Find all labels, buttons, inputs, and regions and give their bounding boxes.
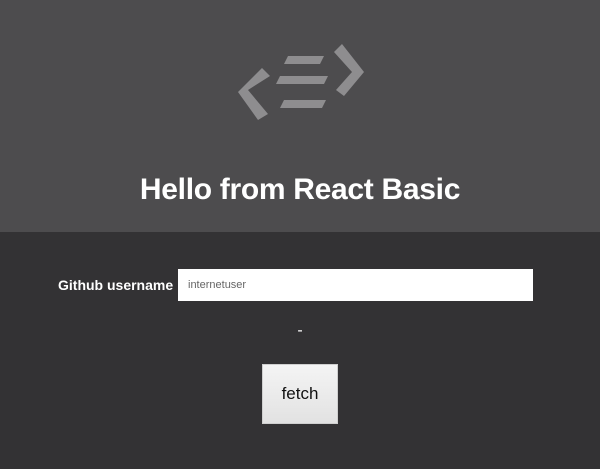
github-username-label: Github username: [58, 277, 174, 293]
code-brackets-logo-icon: [238, 44, 364, 120]
fetch-button[interactable]: fetch: [262, 364, 338, 424]
main-content: [0, 232, 600, 469]
page-title: Hello from React Basic: [139, 173, 461, 206]
status-text: -: [297, 322, 303, 339]
github-username-input[interactable]: [178, 269, 533, 301]
header: Hello from React Basic: [0, 0, 600, 232]
